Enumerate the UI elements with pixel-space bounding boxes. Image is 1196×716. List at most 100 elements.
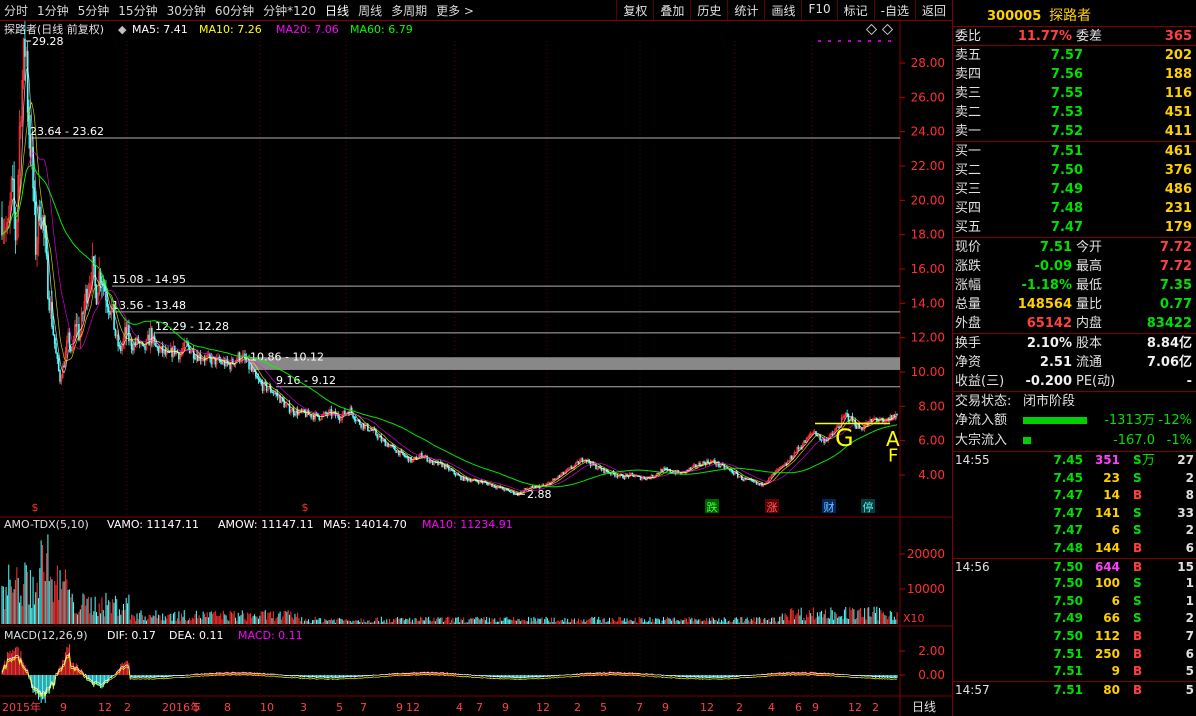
order-row[interactable]: 卖五 7.57 202 [953,46,1196,65]
volume-bar [390,622,392,624]
timeframe-tab-5[interactable]: 60分钟 [215,2,254,19]
volume-bar [59,570,61,624]
timeframe-tab-4[interactable]: 30分钟 [167,2,206,19]
order-row[interactable]: 买四 7.48 231 [953,199,1196,218]
volume-bar [266,619,268,624]
candle-body [896,413,898,416]
volume-bar [803,617,805,624]
y-tick-label: 26.00 [911,90,945,104]
volume-bar [372,622,374,624]
volume-bar [714,619,716,624]
timeframe-tab-7[interactable]: 日线 [325,2,349,19]
volume-bar [374,621,376,624]
volume-bar [858,609,860,624]
volume-bar [771,617,772,624]
volume-bar [775,621,777,624]
volume-bar [838,616,840,624]
volume-bar [671,620,673,624]
diamond-icon [881,23,894,36]
tick-side: S [1133,593,1142,608]
volume-bar [253,614,255,624]
volume-bar [425,617,427,624]
volume-bar [361,622,363,624]
volume-bar [825,609,826,624]
order-row[interactable]: 买一 7.51 461 [953,142,1196,161]
volume-bar [496,621,498,624]
timeframe-tab-10[interactable]: 更多 > [436,2,474,19]
kline-chart[interactable]: 探路者(日线 前复权) ◆ MA5: 7.41 MA10: 7.26 MA20:… [0,20,952,716]
level-label: 12.29 - 12.28 [155,320,229,333]
timeframe-tab-2[interactable]: 5分钟 [78,2,110,19]
volume-bar [37,598,39,624]
volume-bar [804,620,806,624]
volume-bar [785,615,787,624]
legend-dropdown-icon[interactable]: ◆ [118,23,127,36]
volume-bar [187,620,189,624]
volume-bar [487,622,489,624]
low-price-label: 2.88 [527,488,552,501]
timeframe-tab-0[interactable]: 分时 [4,2,28,19]
timeframe-tab-9[interactable]: 多周期 [391,2,427,19]
toolbar-button-4[interactable]: 画线 [764,0,801,21]
volume-bar [438,618,440,624]
order-row[interactable]: 卖一 7.52 411 [953,122,1196,141]
candle-body [732,472,735,475]
y-tick-label: 22.00 [911,159,945,173]
volume-bar [298,618,300,624]
volume-bar [212,613,214,624]
order-row[interactable]: 买五 7.47 179 [953,218,1196,237]
volume-bar [206,612,208,624]
timeframe-tab-3[interactable]: 15分钟 [118,2,157,19]
toolbar-button-6[interactable]: 标记 [836,0,874,21]
order-row[interactable]: 卖三 7.55 116 [953,84,1196,103]
volume-bar [341,619,343,624]
volume-bar [132,615,134,624]
toolbar-button-8[interactable]: 返回 [914,0,952,21]
order-row[interactable]: 卖四 7.56 188 [953,65,1196,84]
toolbar-buttons: 复权 叠加 历史 统计 画线 F10 标记 -自选 返回 [616,0,952,21]
order-price: 7.53 [1050,105,1083,120]
volume-bar [145,620,147,624]
volume-bar [46,553,48,624]
volume-bar [224,614,226,624]
candle-body [178,352,180,360]
order-row[interactable]: 卖二 7.53 451 [953,103,1196,122]
tick-list[interactable]: 14:55 7.45 351 S 27 7.45 23 S 2 7.47 14 B 8 7.47 141 S 3… [953,452,1196,698]
toolbar-button-3[interactable]: 统计 [727,0,764,21]
kline-chart-area[interactable]: 探路者(日线 前复权) ◆ MA5: 7.41 MA10: 7.26 MA20:… [0,20,952,716]
volume-bar [521,619,523,624]
volume-bar [366,622,367,624]
candle-body [846,412,848,415]
volume-bar [299,621,301,624]
timeframe-tab-6[interactable]: 分钟*120 [263,2,316,19]
x-tick-label: 12 [406,701,420,714]
timeframe-tab-8[interactable]: 周线 [358,2,382,19]
volume-bar [351,622,353,624]
tick-count: 2 [1185,523,1194,538]
tick-time: 14:56 [955,559,990,574]
toolbar-button-7[interactable]: -自选 [873,0,915,21]
legend-ma5: MA5: 7.41 [132,23,188,36]
flow-bar [1023,417,1087,424]
volume-bar [276,616,278,624]
volume-bar [113,602,115,624]
toolbar-button-5[interactable]: F10 [801,0,836,21]
toolbar-button-1[interactable]: 叠加 [653,0,690,21]
volume-bar [183,610,185,624]
timeframe-tab-1[interactable]: 1分钟 [37,2,69,19]
order-level-label: 卖一 [955,124,982,139]
toolbar-button-0[interactable]: 复权 [616,0,653,21]
volume-bar [860,607,862,624]
volume-bar [52,601,54,624]
weibi-row: 委比 11.77% 委差 365 [953,27,1196,46]
volume-bar [43,572,45,624]
level-label: 13.56 - 13.48 [112,299,186,312]
stat-row: 外盘 65142 内盘 83422 [953,314,1196,333]
order-row[interactable]: 买三 7.49 486 [953,180,1196,199]
candle-body [510,491,512,493]
volume-bar [769,621,771,624]
volume-bar [542,622,544,624]
volume-bar [866,607,868,624]
toolbar-button-2[interactable]: 历史 [690,0,727,21]
order-row[interactable]: 买二 7.50 376 [953,161,1196,180]
